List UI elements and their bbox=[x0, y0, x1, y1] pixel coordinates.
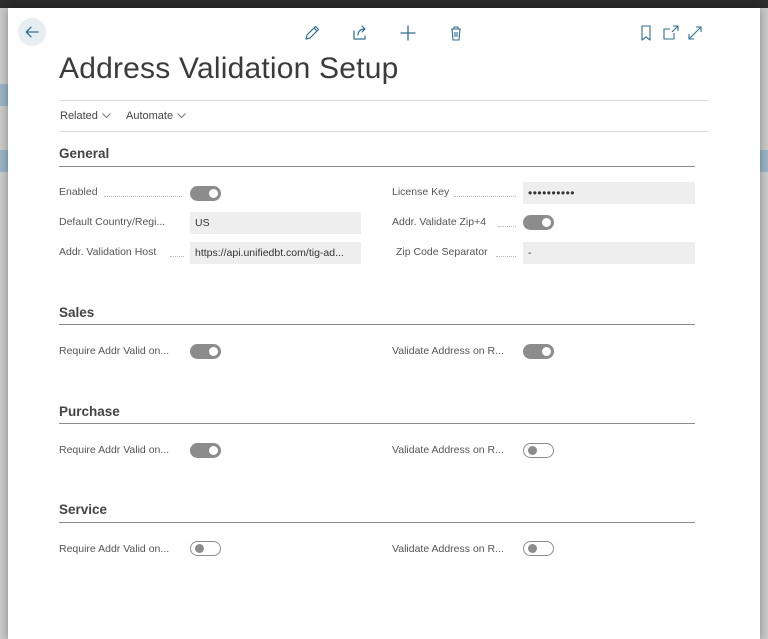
toggle-knob bbox=[195, 544, 204, 553]
address-validation-setup-dialog: Address Validation Setup Related Automat… bbox=[8, 8, 760, 639]
enabled-label: Enabled bbox=[59, 186, 98, 198]
menu-related[interactable]: Related bbox=[60, 110, 111, 122]
chevron-down-icon bbox=[177, 113, 186, 119]
background-page-right bbox=[760, 8, 768, 639]
toggle-knob bbox=[528, 446, 537, 455]
new-plus-icon[interactable] bbox=[399, 24, 417, 42]
purchase-require-label: Require Addr Valid on... bbox=[59, 444, 170, 456]
toggle-knob bbox=[209, 189, 218, 198]
toggle-knob bbox=[209, 446, 218, 455]
section-service-line bbox=[59, 522, 695, 523]
default-country-label: Default Country/Regi... bbox=[59, 216, 166, 228]
window-top-bar bbox=[0, 0, 768, 8]
toggle-knob bbox=[542, 218, 551, 227]
menu-automate-label: Automate bbox=[126, 110, 174, 122]
menu-related-label: Related bbox=[60, 110, 98, 122]
zip4-toggle[interactable] bbox=[523, 215, 554, 230]
bookmark-icon[interactable] bbox=[637, 24, 655, 42]
expand-icon[interactable] bbox=[686, 24, 704, 42]
license-key-label: License Key bbox=[392, 186, 450, 198]
background-page-left bbox=[0, 8, 8, 639]
sales-validate-label: Validate Address on R... bbox=[392, 345, 504, 357]
back-button[interactable] bbox=[18, 18, 46, 46]
back-arrow-icon bbox=[25, 26, 39, 38]
menu-divider bbox=[59, 131, 709, 132]
service-require-label: Require Addr Valid on... bbox=[59, 543, 170, 555]
validation-host-label: Addr. Validation Host bbox=[59, 246, 157, 258]
sales-validate-toggle[interactable] bbox=[523, 344, 554, 359]
label-leader bbox=[104, 195, 182, 197]
label-leader bbox=[170, 255, 184, 257]
section-purchase-title[interactable]: Purchase bbox=[59, 404, 120, 419]
zip4-label: Addr. Validate Zip+4 bbox=[392, 216, 487, 228]
sales-require-label: Require Addr Valid on... bbox=[59, 345, 170, 357]
edit-pencil-icon[interactable] bbox=[303, 24, 321, 42]
section-general-line bbox=[59, 166, 695, 167]
share-icon[interactable] bbox=[351, 24, 369, 42]
section-general-title[interactable]: General bbox=[59, 146, 109, 161]
page-title: Address Validation Setup bbox=[59, 52, 399, 85]
zip-separator-field[interactable]: - bbox=[523, 242, 695, 264]
chevron-down-icon bbox=[102, 113, 111, 119]
license-key-field[interactable]: •••••••••• bbox=[523, 182, 695, 204]
toggle-knob bbox=[542, 347, 551, 356]
service-require-toggle[interactable] bbox=[190, 541, 221, 556]
default-country-field[interactable]: US bbox=[190, 212, 361, 234]
section-sales-title[interactable]: Sales bbox=[59, 305, 94, 320]
open-new-window-icon[interactable] bbox=[662, 24, 680, 42]
label-leader bbox=[496, 255, 516, 257]
enabled-toggle[interactable] bbox=[190, 186, 221, 201]
menu-automate[interactable]: Automate bbox=[126, 110, 186, 122]
section-purchase-line bbox=[59, 423, 695, 424]
section-service-title[interactable]: Service bbox=[59, 502, 107, 517]
sales-require-toggle[interactable] bbox=[190, 344, 221, 359]
label-leader bbox=[454, 195, 516, 197]
toggle-knob bbox=[528, 544, 537, 553]
section-sales-line bbox=[59, 324, 695, 325]
validation-host-field[interactable]: https://api.unifiedbt.com/tig-ad... bbox=[190, 242, 361, 264]
label-leader bbox=[498, 225, 516, 227]
service-validate-label: Validate Address on R... bbox=[392, 543, 504, 555]
delete-trash-icon[interactable] bbox=[447, 24, 465, 42]
service-validate-toggle[interactable] bbox=[523, 541, 554, 556]
toggle-knob bbox=[209, 347, 218, 356]
purchase-require-toggle[interactable] bbox=[190, 443, 221, 458]
title-divider bbox=[59, 100, 709, 101]
purchase-validate-toggle[interactable] bbox=[523, 443, 554, 458]
purchase-validate-label: Validate Address on R... bbox=[392, 444, 504, 456]
zip-separator-label: Zip Code Separator bbox=[396, 246, 488, 258]
